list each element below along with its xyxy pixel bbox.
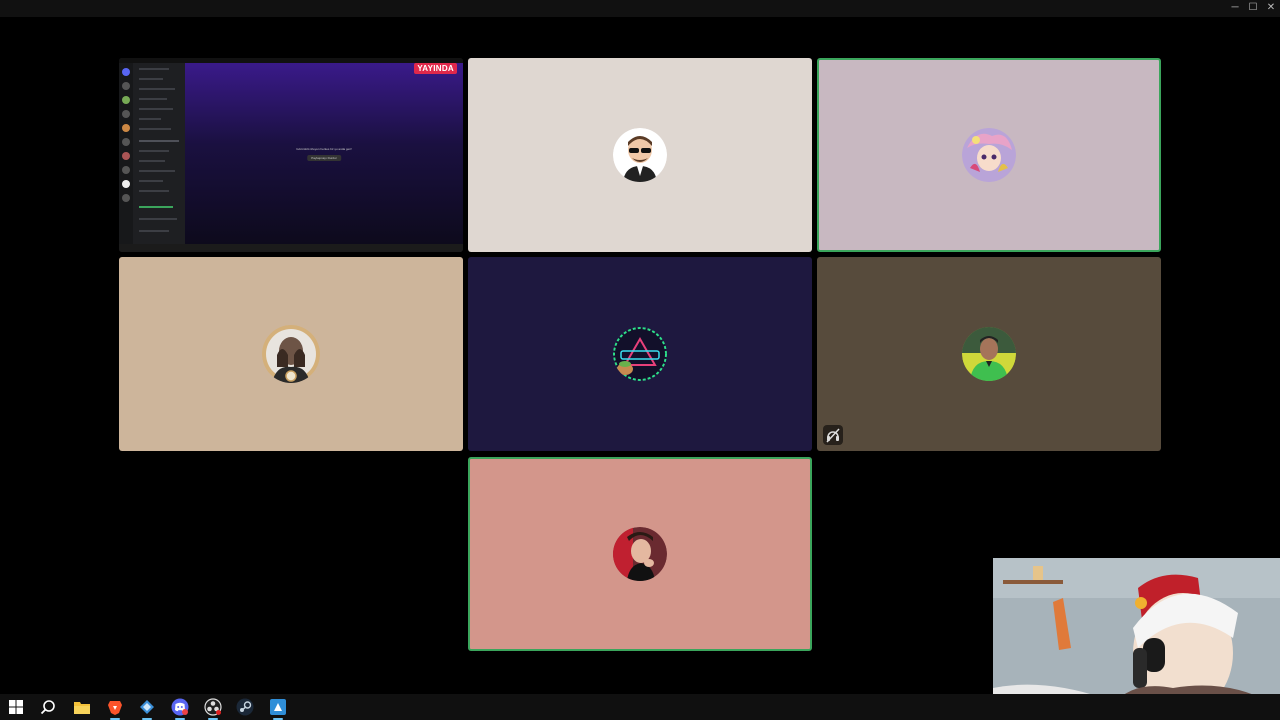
file-explorer-icon[interactable]	[71, 696, 93, 718]
stream-taskbar	[119, 244, 463, 252]
steam-icon[interactable]	[234, 696, 256, 718]
rail-dot	[122, 96, 130, 104]
stream-tile[interactable]: Görüntülü izleyen herkes bir şu anda ger…	[119, 58, 463, 252]
participant-avatar	[613, 527, 667, 581]
rail-dot	[122, 166, 130, 174]
taskbar	[0, 694, 1280, 720]
channel-line	[139, 150, 169, 152]
stream-sidebar	[119, 58, 185, 252]
windows-start-icon[interactable]	[5, 696, 27, 718]
stream-server-rail	[119, 58, 133, 252]
participant-avatar	[613, 327, 667, 381]
rail-dot	[122, 152, 130, 160]
rail-dot	[122, 124, 130, 132]
participant-tile[interactable]	[468, 457, 812, 651]
rail-dot	[122, 110, 130, 118]
channel-line	[139, 118, 161, 120]
maximize-icon[interactable]: ☐	[1244, 1, 1262, 15]
rail-dot	[122, 68, 130, 76]
channel-line	[139, 190, 169, 192]
rail-dot	[122, 194, 130, 202]
close-icon[interactable]: ✕	[1262, 1, 1280, 15]
participant-avatar	[613, 128, 667, 182]
channel-line	[139, 68, 169, 70]
minimize-icon[interactable]: ─	[1226, 1, 1244, 15]
participant-avatar	[962, 327, 1016, 381]
live-badge: YAYINDA	[414, 63, 457, 74]
channel-line	[139, 88, 175, 90]
channel-line	[139, 140, 179, 142]
channel-line	[139, 230, 169, 232]
stop-sharing-button: Paylaşmayı Durdur	[307, 155, 341, 161]
channel-line	[139, 170, 175, 172]
channel-line	[139, 98, 167, 100]
channel-line	[139, 180, 163, 182]
search-icon[interactable]	[37, 696, 59, 718]
discord-icon[interactable]	[169, 696, 191, 720]
participant-avatar	[262, 325, 320, 383]
channel-line	[139, 160, 165, 162]
channel-line	[139, 108, 173, 110]
participant-avatar	[962, 128, 1016, 182]
participant-tile[interactable]	[119, 257, 463, 451]
channel-line	[139, 78, 163, 80]
brave-browser-icon[interactable]	[104, 696, 126, 720]
participant-tile[interactable]	[468, 58, 812, 252]
participant-tile[interactable]	[817, 257, 1161, 451]
rail-dot	[122, 180, 130, 188]
app-icon[interactable]	[136, 696, 158, 720]
channel-line	[139, 218, 177, 220]
participant-tile[interactable]	[817, 58, 1161, 252]
rail-dot	[122, 82, 130, 90]
muted-headphones-icon	[823, 425, 843, 445]
rail-dot	[122, 138, 130, 146]
obs-icon[interactable]	[202, 696, 224, 720]
channel-line	[139, 128, 171, 130]
participant-tile[interactable]	[468, 257, 812, 451]
channel-line	[139, 206, 173, 208]
window-titlebar: ─ ☐ ✕	[0, 0, 1280, 17]
stream-message: Görüntülü izleyen herkes bir şu anda ger…	[296, 147, 352, 151]
app-window-icon[interactable]	[267, 696, 289, 720]
stream-video: Görüntülü izleyen herkes bir şu anda ger…	[185, 63, 463, 244]
